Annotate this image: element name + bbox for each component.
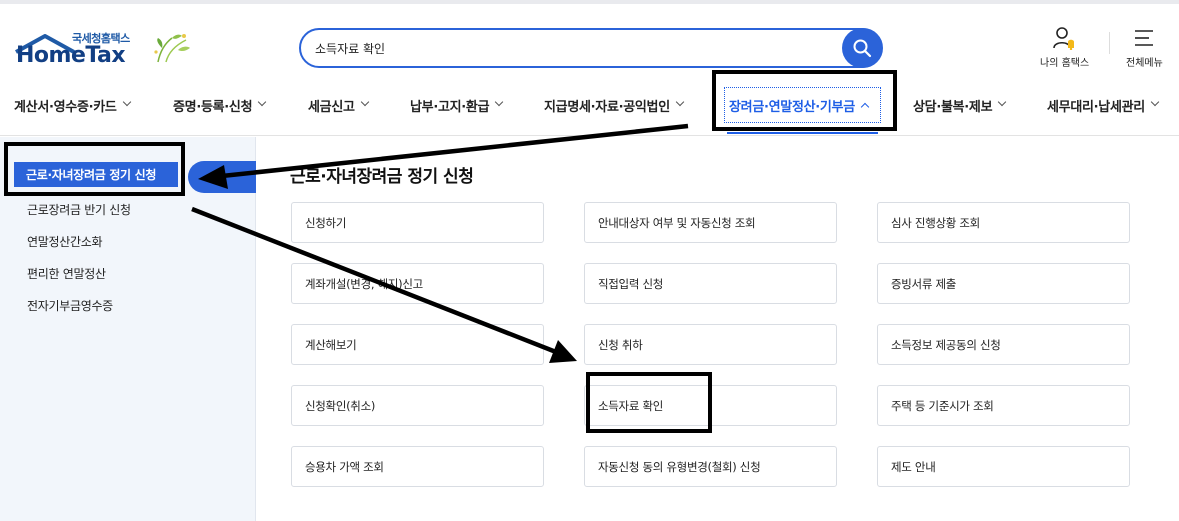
page-title: 근로·자녀장려금 정기 신청 — [290, 167, 474, 187]
chevron-down-icon — [675, 97, 685, 107]
review-status-button[interactable]: 심사 진행상황 조회 — [877, 202, 1130, 243]
search-button[interactable] — [842, 28, 882, 68]
hometax-logo[interactable]: 국세청홈택스 HomeTax — [14, 28, 194, 72]
account-report-button[interactable]: 계좌개설(변경, 해지)신고 — [291, 263, 544, 304]
direct-input-button[interactable]: 직접입력 신청 — [584, 263, 837, 304]
housing-price-inquiry-button[interactable]: 주택 등 기준시가 조회 — [877, 385, 1130, 426]
car-value-inquiry-button[interactable]: 승용차 가액 조회 — [291, 446, 544, 487]
sidebar-item-half-year-application[interactable]: 근로장려금 반기 신청 — [27, 201, 131, 218]
gnb-item-tax-filing[interactable]: 세금신고 — [308, 94, 369, 116]
logo-title: HomeTax — [16, 43, 126, 68]
gnb-item-label: 세무대리·납세관리 — [1047, 99, 1145, 115]
gnb-item-label: 계산서·영수증·카드 — [14, 99, 117, 115]
auto-application-change-button[interactable]: 자동신청 동의 유형변경(철회) 신청 — [584, 446, 837, 487]
gnb-item-tax-agent[interactable]: 세무대리·납세관리 — [1047, 94, 1160, 116]
util-divider — [1109, 32, 1110, 54]
annotation-box-sidebar — [4, 142, 185, 196]
chevron-down-icon — [258, 97, 267, 107]
search-icon — [853, 39, 872, 58]
search-input[interactable] — [315, 37, 835, 59]
sidebar-item-donation-receipt[interactable]: 전자기부금영수증 — [27, 297, 113, 314]
my-hometax-label: 나의 홈택스 — [1040, 58, 1090, 69]
apply-button[interactable]: 신청하기 — [291, 202, 544, 243]
annotation-box-income-check — [586, 372, 712, 433]
user-bell-icon — [1052, 27, 1074, 50]
gnb-item-label: 지급명세·자료·공익법인 — [544, 99, 670, 115]
gnb-item-payment[interactable]: 납부·고지·환급 — [410, 94, 504, 116]
sidebar-active-tab-indicator — [188, 161, 256, 193]
all-menu-label: 전체메뉴 — [1126, 58, 1163, 69]
sidebar-item-year-end-simplified[interactable]: 연말정산간소화 — [27, 233, 102, 250]
income-consent-button[interactable]: 소득정보 제공동의 신청 — [877, 324, 1130, 365]
chevron-down-icon — [1150, 97, 1160, 107]
annotation-box-gnb — [712, 70, 897, 131]
gnb-item-label: 증명·등록·신청 — [173, 99, 253, 115]
chevron-down-icon — [122, 97, 131, 107]
confirm-cancel-button[interactable]: 신청확인(취소) — [291, 385, 544, 426]
chevron-down-icon — [360, 97, 369, 107]
submit-documents-button[interactable]: 증빙서류 제출 — [877, 263, 1130, 304]
leaf-decoration-icon — [154, 34, 190, 63]
gnb-item-receipts[interactable]: 계산서·영수증·카드 — [14, 94, 131, 116]
main-navigation: 계산서·영수증·카드 증명·등록·신청 세금신고 납부·고지·환급 지급명세·자… — [0, 82, 1179, 136]
search-box[interactable] — [299, 28, 883, 68]
gnb-item-label: 상담·불복·제보 — [913, 99, 993, 115]
system-guide-button[interactable]: 제도 안내 — [877, 446, 1130, 487]
gnb-item-certificates[interactable]: 증명·등록·신청 — [173, 94, 267, 116]
chevron-down-icon — [998, 97, 1007, 107]
gnb-item-consulting[interactable]: 상담·불복·제보 — [913, 94, 1007, 116]
sidebar-item-easy-year-end[interactable]: 편리한 연말정산 — [27, 265, 106, 282]
eligibility-inquiry-button[interactable]: 안내대상자 여부 및 자동신청 조회 — [584, 202, 837, 243]
chevron-down-icon — [495, 97, 504, 107]
gnb-item-label: 납부·고지·환급 — [410, 99, 490, 115]
gnb-item-payment-statements[interactable]: 지급명세·자료·공익법인 — [544, 94, 685, 116]
top-strip — [0, 0, 1179, 4]
all-menu-button[interactable]: 전체메뉴 — [1126, 26, 1163, 69]
hamburger-menu-icon — [1135, 30, 1154, 46]
my-hometax-button[interactable]: 나의 홈택스 — [1040, 26, 1089, 69]
active-underline — [727, 132, 878, 134]
gnb-item-label: 세금신고 — [308, 99, 355, 115]
calculate-button[interactable]: 계산해보기 — [291, 324, 544, 365]
withdraw-application-button[interactable]: 신청 취하 — [584, 324, 837, 365]
